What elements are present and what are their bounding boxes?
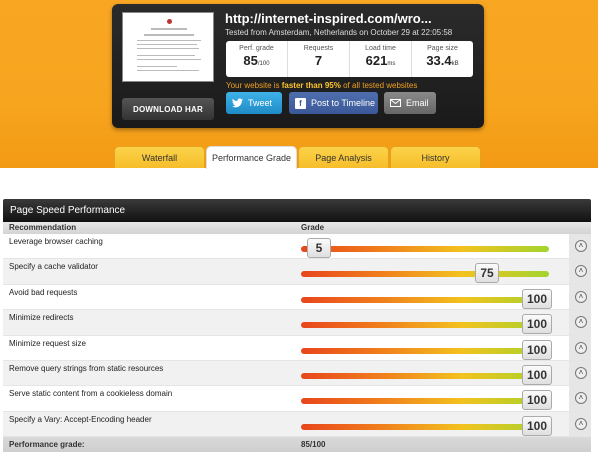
facebook-icon: f xyxy=(295,97,306,109)
expand-chevron-icon[interactable]: ˄ xyxy=(575,240,587,252)
tab-page-analysis[interactable]: Page Analysis xyxy=(298,146,389,168)
stat-requests: Requests 7 xyxy=(288,41,350,77)
footer-label: Performance grade: xyxy=(9,440,85,450)
recommendation-name: Minimize request size xyxy=(9,338,86,348)
tab-history[interactable]: History xyxy=(390,146,481,168)
column-grade: Grade xyxy=(301,223,325,232)
recommendation-name: Minimize redirects xyxy=(9,313,74,323)
grade-badge: 5 xyxy=(307,238,331,258)
stat-load-time: Load time 621ms xyxy=(350,41,412,77)
expand-chevron-icon[interactable]: ˄ xyxy=(575,290,587,303)
expand-chevron-icon[interactable]: ˄ xyxy=(575,366,587,379)
grade-badge: 100 xyxy=(522,364,552,385)
recommendation-name: Leverage browser caching xyxy=(9,237,103,246)
page-speed-section: Page Speed Performance Recommendation Gr… xyxy=(3,199,591,453)
tweet-button[interactable]: Tweet xyxy=(226,92,282,114)
result-tabs: Waterfall Performance Grade Page Analysi… xyxy=(0,146,598,169)
tab-performance-grade[interactable]: Performance Grade xyxy=(206,146,297,169)
grade-badge: 100 xyxy=(522,314,552,335)
grade-bar: 100 xyxy=(301,314,552,335)
recommendation-list: Leverage browser caching 5 ˄ Specify a cach… xyxy=(3,234,591,438)
grade-bar: 75 xyxy=(301,263,549,284)
grade-bar: 5 xyxy=(301,238,549,258)
expand-chevron-icon[interactable]: ˄ xyxy=(575,341,587,354)
grade-badge: 100 xyxy=(522,339,552,360)
table-row[interactable]: Leverage browser caching 5 ˄ xyxy=(3,234,591,260)
email-button[interactable]: Email xyxy=(384,92,436,114)
grade-badge: 100 xyxy=(522,288,552,309)
table-row[interactable]: Minimize redirects 100 ˄ xyxy=(3,310,591,336)
stat-perf-grade: Perf. grade 85/100 xyxy=(226,41,288,77)
recommendation-name: Avoid bad requests xyxy=(9,287,78,297)
summary-panel: DOWNLOAD HAR http://internet-inspired.co… xyxy=(112,4,484,128)
section-title: Page Speed Performance xyxy=(3,199,591,222)
test-info: Tested from Amsterdam, Netherlands on Oc… xyxy=(225,28,453,37)
recommendation-name: Specify a Vary: Accept-Encoding header xyxy=(9,414,152,424)
comparison-text: Your website is faster than 95% of all t… xyxy=(226,81,418,90)
table-row[interactable]: Specify a cache validator 75 ˄ xyxy=(3,259,591,285)
recommendation-name: Specify a cache validator xyxy=(9,262,98,272)
grade-bar: 100 xyxy=(301,364,552,385)
table-footer: Performance grade: 85/100 xyxy=(3,437,591,453)
table-row[interactable]: Remove query strings from static resourc… xyxy=(3,360,591,387)
grade-badge: 100 xyxy=(522,415,552,436)
stat-page-size: Page size 33.4kB xyxy=(426,45,459,68)
table-row[interactable]: Minimize request size 100 ˄ xyxy=(3,335,591,361)
footer-grade: 85/100 xyxy=(301,440,326,450)
envelope-icon xyxy=(390,98,401,109)
twitter-bird-icon xyxy=(232,98,243,109)
grade-badge: 75 xyxy=(475,263,499,284)
page-screenshot-thumbnail[interactable] xyxy=(122,12,214,82)
recommendation-name: Serve static content from a cookieless d… xyxy=(9,389,173,399)
tab-waterfall[interactable]: Waterfall xyxy=(114,146,205,168)
tested-url[interactable]: http://internet-inspired.com/wro... xyxy=(225,11,432,26)
recommendation-name: Remove query strings from static resourc… xyxy=(9,363,164,373)
grade-badge: 100 xyxy=(522,390,552,411)
table-row[interactable]: Specify a Vary: Accept-Encoding header 10… xyxy=(3,411,591,438)
grade-bar: 100 xyxy=(301,415,552,436)
table-row[interactable]: Serve static content from a cookieless d… xyxy=(3,386,591,412)
stats-box: Perf. grade 85/100 Requests 7 Load time … xyxy=(226,41,473,77)
grade-bar: 100 xyxy=(301,288,552,309)
expand-chevron-icon[interactable]: ˄ xyxy=(575,417,587,430)
table-header: Recommendation Grade xyxy=(3,222,591,234)
grade-bar: 100 xyxy=(301,339,552,360)
column-recommendation: Recommendation xyxy=(9,223,77,232)
download-har-button[interactable]: DOWNLOAD HAR xyxy=(122,98,214,120)
grade-bar: 100 xyxy=(301,390,552,411)
facebook-post-button[interactable]: f Post to Timeline xyxy=(289,92,378,114)
table-row[interactable]: Avoid bad requests 100 ˄ xyxy=(3,284,591,311)
